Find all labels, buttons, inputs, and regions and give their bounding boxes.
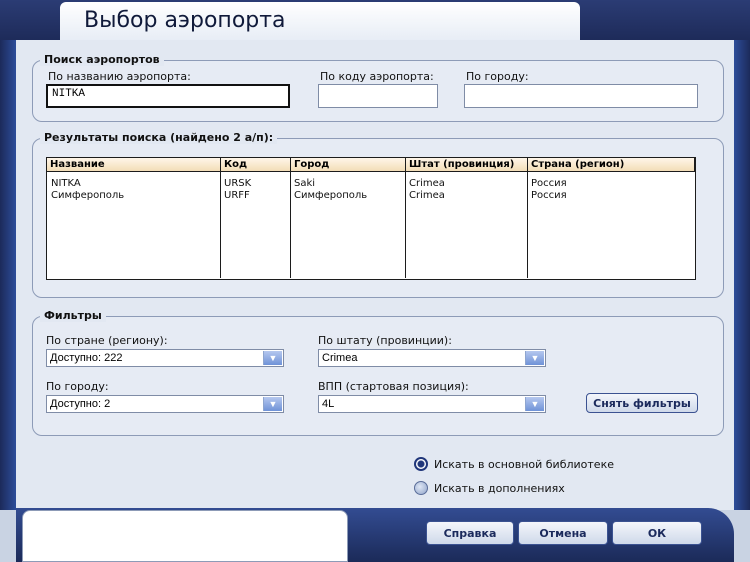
- search-main-library-label[interactable]: Искать в основной библиотеке: [434, 458, 614, 471]
- runway-filter-value: 4L: [322, 398, 335, 410]
- chevron-down-icon[interactable]: ▼: [263, 351, 282, 365]
- city-filter-select[interactable]: Доступно: 2 ▼: [46, 395, 284, 413]
- cell-code: URSK: [224, 178, 252, 189]
- cell-code: URFF: [224, 190, 250, 201]
- results-legend: Результаты поиска (найдено 2 а/п):: [40, 131, 278, 144]
- help-button[interactable]: Справка: [426, 521, 514, 545]
- chevron-down-icon[interactable]: ▼: [525, 397, 544, 411]
- column-divider: [405, 158, 406, 278]
- airport-name-label: По названию аэропорта:: [48, 70, 191, 83]
- chevron-down-icon[interactable]: ▼: [525, 351, 544, 365]
- country-filter-select[interactable]: Доступно: 222 ▼: [46, 349, 284, 367]
- filters-legend: Фильтры: [40, 309, 106, 322]
- cell-city: Симферополь: [294, 190, 368, 201]
- cell-name: Симферополь: [51, 190, 125, 201]
- airport-name-input[interactable]: NITKA: [46, 84, 290, 108]
- search-addons-radio[interactable]: [414, 481, 428, 495]
- country-filter-label: По стране (региону):: [46, 334, 168, 347]
- search-legend: Поиск аэропортов: [40, 53, 164, 66]
- results-table[interactable]: Название Код Город Штат (провинция) Стра…: [46, 157, 696, 280]
- search-main-library-radio[interactable]: [414, 457, 428, 471]
- status-panel: [22, 510, 348, 562]
- city-filter-label: По городу:: [46, 380, 109, 393]
- column-divider: [290, 158, 291, 278]
- column-divider: [527, 158, 528, 278]
- cell-name: NITKA: [51, 178, 81, 189]
- ok-button[interactable]: ОК: [612, 521, 702, 545]
- runway-filter-select[interactable]: 4L ▼: [318, 395, 546, 413]
- table-row[interactable]: Симферополь URFF Симферополь Crimea Росс…: [47, 190, 695, 202]
- chevron-down-icon[interactable]: ▼: [263, 397, 282, 411]
- state-filter-label: По штату (провинции):: [318, 334, 452, 347]
- runway-filter-label: ВПП (стартовая позиция):: [318, 380, 469, 393]
- cancel-button[interactable]: Отмена: [518, 521, 608, 545]
- airport-code-label: По коду аэропорта:: [320, 70, 434, 83]
- city-filter-value: Доступно: 2: [50, 398, 111, 410]
- column-header-name[interactable]: Название: [47, 158, 221, 172]
- country-filter-value: Доступно: 222: [50, 352, 123, 364]
- window-title: Выбор аэропорта: [84, 8, 286, 33]
- city-search-label: По городу:: [466, 70, 529, 83]
- cell-state: Crimea: [409, 178, 445, 189]
- column-header-city[interactable]: Город: [291, 158, 406, 172]
- state-filter-value: Crimea: [322, 352, 358, 364]
- cell-country: Россия: [531, 178, 567, 189]
- column-header-country[interactable]: Страна (регион): [528, 158, 695, 172]
- column-header-code[interactable]: Код: [221, 158, 291, 172]
- column-divider: [220, 158, 221, 278]
- cell-country: Россия: [531, 190, 567, 201]
- clear-filters-button[interactable]: Снять фильтры: [586, 393, 698, 413]
- column-header-state[interactable]: Штат (провинция): [406, 158, 528, 172]
- state-filter-select[interactable]: Crimea ▼: [318, 349, 546, 367]
- search-addons-label[interactable]: Искать в дополнениях: [434, 482, 565, 495]
- airport-code-input[interactable]: [318, 84, 438, 108]
- left-frame: [0, 40, 16, 510]
- right-frame: [734, 40, 750, 510]
- cell-state: Crimea: [409, 190, 445, 201]
- city-search-input[interactable]: [464, 84, 698, 108]
- cell-city: Saki: [294, 178, 316, 189]
- table-row[interactable]: NITKA URSK Saki Crimea Россия: [47, 178, 695, 190]
